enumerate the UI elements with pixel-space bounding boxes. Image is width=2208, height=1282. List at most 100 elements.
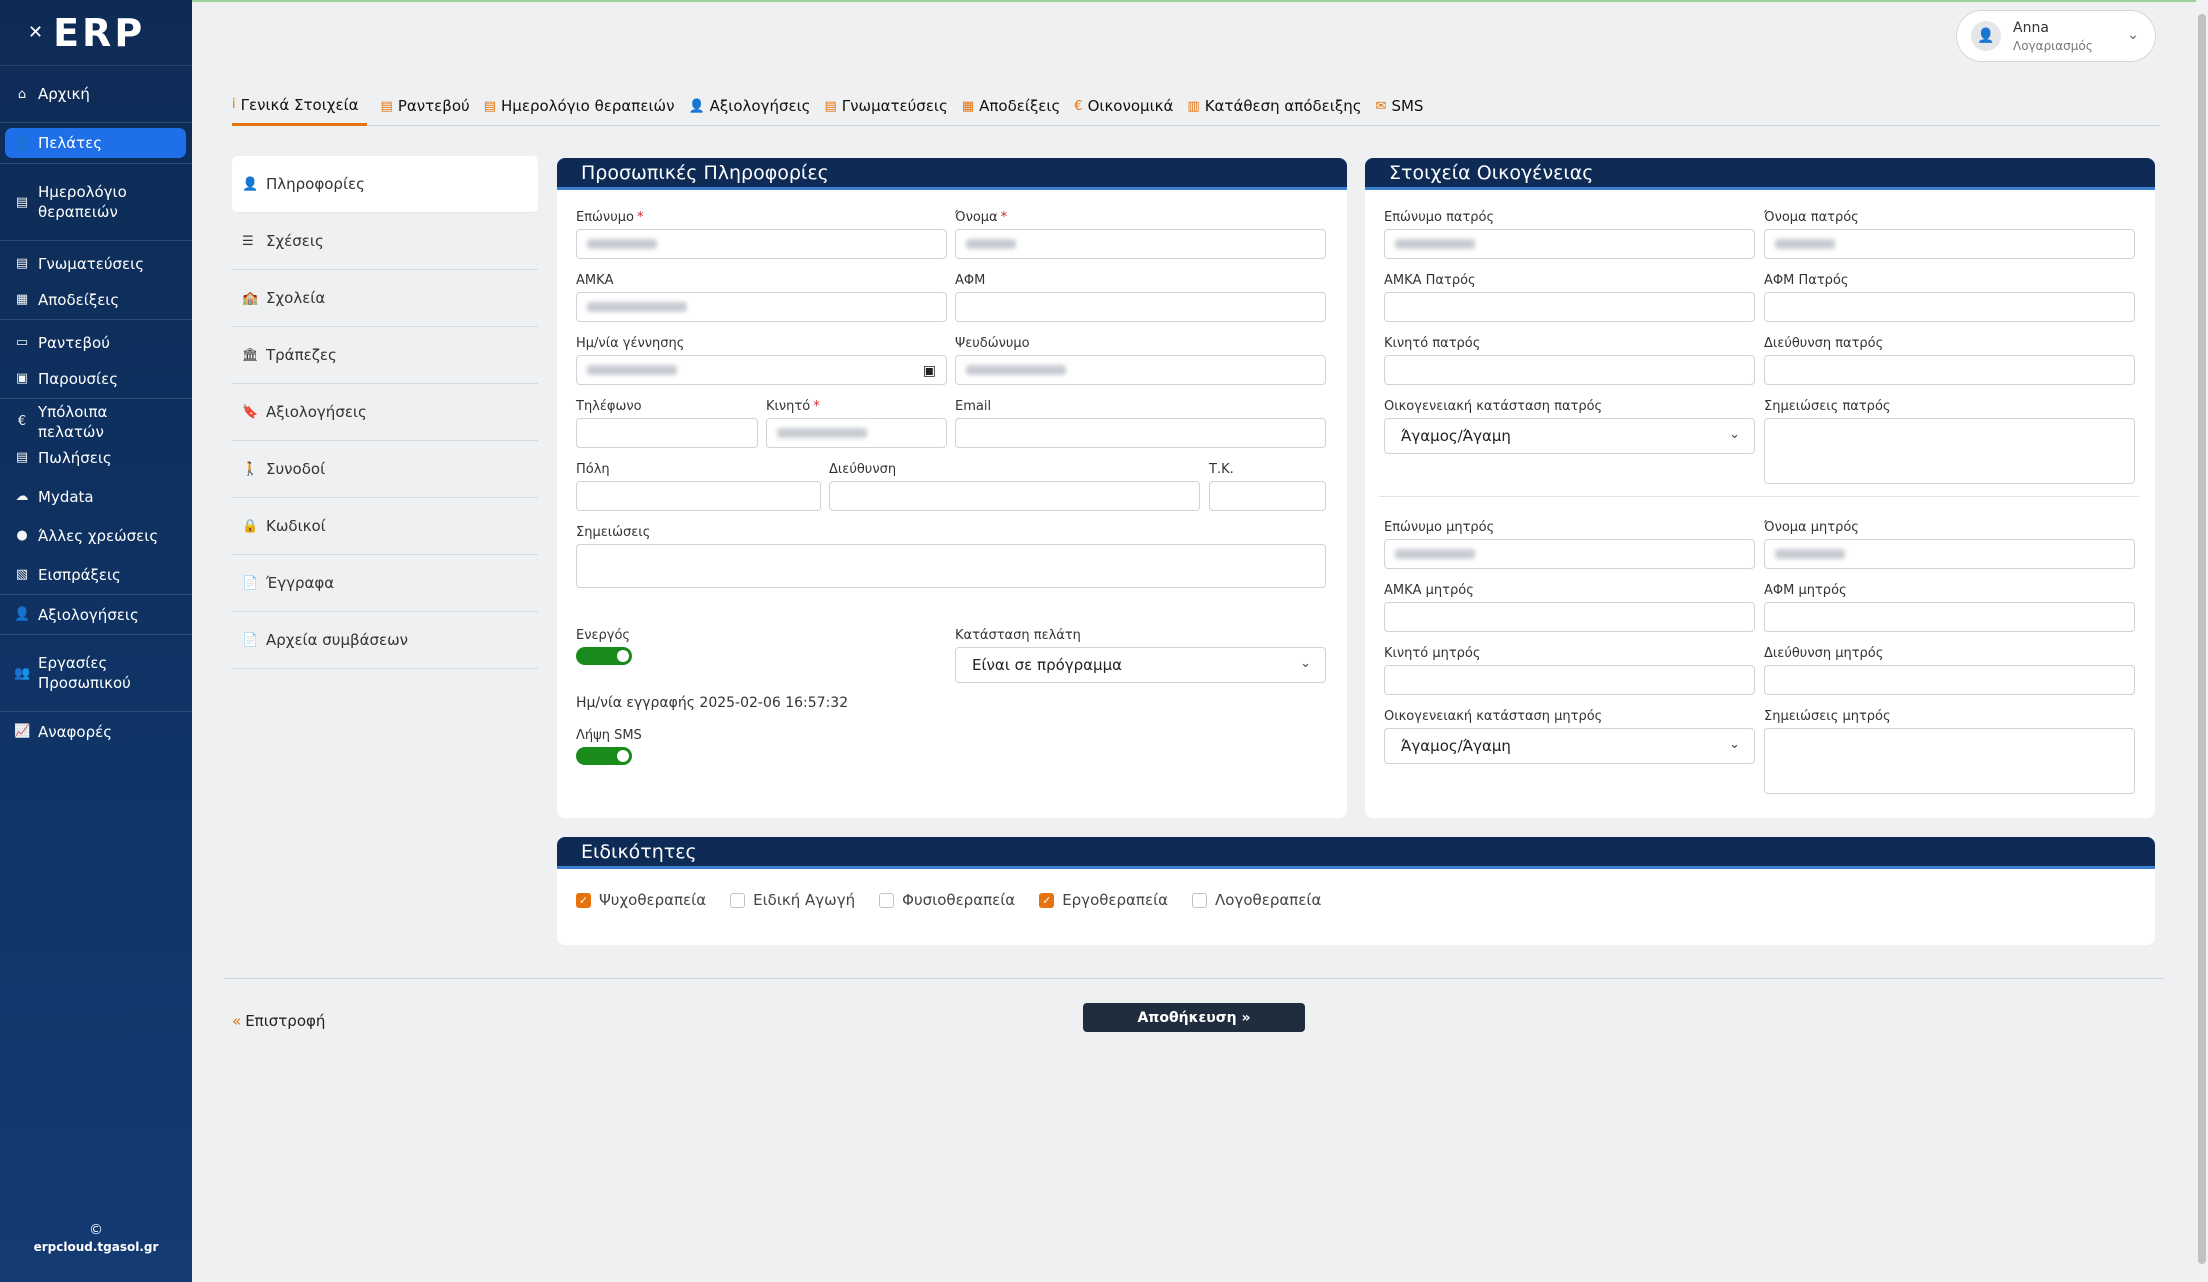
- notes-textarea[interactable]: [576, 544, 1326, 588]
- submenu-item-3[interactable]: 🏛 Τράπεζες: [232, 327, 538, 384]
- active-field: Ενεργός: [576, 628, 776, 665]
- scroll-thumb[interactable]: [2198, 14, 2206, 1264]
- submenu-item-5[interactable]: 🚶 Συνοδοί: [232, 441, 538, 498]
- tab-6[interactable]: € Οικονομικά: [1074, 86, 1173, 126]
- birthdate-input[interactable]: ▣: [576, 355, 947, 385]
- specialty-checkbox-3[interactable]: ✓ Εργοθεραπεία: [1039, 891, 1168, 909]
- calendar-icon[interactable]: ▣: [923, 363, 936, 379]
- page-scrollbar[interactable]: [2196, 0, 2208, 1282]
- client-status-select[interactable]: Είναι σε πρόγραμμα ⌄: [955, 647, 1326, 683]
- mother-mobile-input[interactable]: [1384, 665, 1755, 695]
- checkbox-empty-icon[interactable]: [1192, 892, 1208, 908]
- tab-5[interactable]: ▦ Αποδείξεις: [962, 86, 1060, 126]
- sidebar-item-9[interactable]: ☁ Mydata: [0, 477, 192, 516]
- mobile-input[interactable]: [766, 418, 947, 448]
- submenu-item-2[interactable]: 🏫 Σχολεία: [232, 270, 538, 327]
- tab-1[interactable]: ▤ Ραντεβού: [381, 86, 470, 126]
- father-marital-value: Άγαμος/Άγαμη: [1401, 427, 1511, 445]
- zip-input[interactable]: [1209, 481, 1326, 511]
- tab-7[interactable]: ▥ Κατάθεση απόδειξης: [1187, 86, 1361, 126]
- mother-notes-textarea[interactable]: [1764, 728, 2135, 794]
- sidebar-item-14[interactable]: 📈 Αναφορές: [0, 712, 192, 751]
- logo[interactable]: ✕ ERP: [0, 0, 192, 66]
- city-input[interactable]: [576, 481, 821, 511]
- mother-address-input[interactable]: [1764, 665, 2135, 695]
- specialty-checkbox-4[interactable]: Λογοθεραπεία: [1192, 891, 1321, 909]
- tab-4[interactable]: ▤ Γνωματεύσεις: [824, 86, 947, 126]
- mother-surname-input[interactable]: [1384, 539, 1755, 569]
- phone-input[interactable]: [576, 418, 758, 448]
- father-surname-input[interactable]: [1384, 229, 1755, 259]
- sidebar-item-3[interactable]: ▤ Γνωματεύσεις: [0, 241, 192, 280]
- specialty-checkbox-2[interactable]: Φυσιοθεραπεία: [879, 891, 1015, 909]
- checkbox-checked-icon[interactable]: ✓: [1039, 892, 1055, 908]
- tab-2[interactable]: ▤ Ημερολόγιο θεραπειών: [484, 86, 675, 126]
- mother-afm-input[interactable]: [1764, 602, 2135, 632]
- father-afm-input[interactable]: [1764, 292, 2135, 322]
- sidebar-item-7[interactable]: € Υπόλοιπα πελατών: [0, 399, 192, 441]
- submenu-item-1[interactable]: ☰ Σχέσεις: [232, 213, 538, 270]
- sms-toggle[interactable]: [576, 747, 632, 765]
- mother-marital-value: Άγαμος/Άγαμη: [1401, 737, 1511, 755]
- father-address-input[interactable]: [1764, 355, 2135, 385]
- checkbox-empty-icon[interactable]: [879, 892, 895, 908]
- father-notes-label: Σημειώσεις πατρός: [1764, 399, 1891, 414]
- mother-amka-input[interactable]: [1384, 602, 1755, 632]
- submenu-item-7[interactable]: 📄 Έγγραφα: [232, 555, 538, 612]
- back-link[interactable]: «Επιστροφή: [232, 1012, 325, 1030]
- submenu-label: Έγγραφα: [266, 574, 335, 592]
- footer-site[interactable]: erpcloud.tgasol.gr: [34, 1240, 159, 1254]
- tab-8[interactable]: ✉ SMS: [1376, 86, 1424, 126]
- sidebar-item-5[interactable]: ▭ Ραντεβού: [0, 320, 192, 359]
- email-input[interactable]: [955, 418, 1326, 448]
- sidebar: ✕ ERP ⌂ Αρχική 👤 Πελάτες ▤ Ημερολόγιο θεραπει…: [0, 0, 192, 1282]
- account-menu[interactable]: 👤 Anna Λογαριασμός ⌄: [1956, 10, 2156, 62]
- father-name-input[interactable]: [1764, 229, 2135, 259]
- family-divider: [1379, 496, 2139, 497]
- sidebar-item-1[interactable]: 👤 Πελάτες: [5, 128, 186, 158]
- tab-label: Γενικά Στοιχεία: [240, 95, 359, 114]
- submenu-label: Συνοδοί: [266, 460, 326, 478]
- sidebar-item-4[interactable]: ▦ Αποδείξεις: [0, 280, 192, 319]
- checkbox-empty-icon[interactable]: [730, 892, 746, 908]
- sidebar-item-label: Εισπράξεις: [38, 565, 121, 584]
- checkbox-checked-icon[interactable]: ✓: [576, 892, 591, 908]
- tab-0[interactable]: i Γενικά Στοιχεία: [232, 86, 367, 126]
- sidebar-item-12[interactable]: 👤 Αξιολογήσεις: [0, 595, 192, 634]
- afm-input[interactable]: [955, 292, 1326, 322]
- submenu-item-6[interactable]: 🔒 Κωδικοί: [232, 498, 538, 555]
- submenu-item-4[interactable]: 🔖 Αξιολογήσεις: [232, 384, 538, 441]
- submenu-item-8[interactable]: 📄 Αρχεία συμβάσεων: [232, 612, 538, 669]
- sidebar-item-8[interactable]: ▤ Πωλήσεις: [0, 438, 192, 477]
- active-toggle[interactable]: [576, 647, 632, 665]
- tab-label: Αξιολογήσεις: [709, 97, 811, 115]
- surname-input[interactable]: [576, 229, 947, 259]
- sidebar-item-6[interactable]: ▣ Παρουσίες: [0, 359, 192, 398]
- document-icon: ▤: [824, 98, 837, 114]
- tab-label: SMS: [1391, 97, 1424, 115]
- father-marital-select[interactable]: Άγαμος/Άγαμη ⌄: [1384, 418, 1755, 454]
- specialty-checkbox-1[interactable]: Ειδική Αγωγή: [730, 891, 855, 909]
- father-notes-textarea[interactable]: [1764, 418, 2135, 484]
- avatar-icon: 👤: [1971, 21, 2001, 51]
- mother-marital-select[interactable]: Άγαμος/Άγαμη ⌄: [1384, 728, 1755, 764]
- mother-mobile-field: Κινητό μητρός: [1384, 646, 1755, 695]
- nickname-input[interactable]: [955, 355, 1326, 385]
- mother-name-input[interactable]: [1764, 539, 2135, 569]
- name-input[interactable]: [955, 229, 1326, 259]
- father-amka-field: ΑΜΚΑ Πατρός: [1384, 273, 1755, 322]
- address-input[interactable]: [829, 481, 1200, 511]
- sidebar-item-0[interactable]: ⌂ Αρχική: [0, 66, 192, 122]
- father-mobile-input[interactable]: [1384, 355, 1755, 385]
- sidebar-item-2[interactable]: ▤ Ημερολόγιο θεραπειών: [0, 164, 192, 240]
- sidebar-item-11[interactable]: ▧ Εισπράξεις: [0, 555, 192, 594]
- father-amka-input[interactable]: [1384, 292, 1755, 322]
- amka-input[interactable]: [576, 292, 947, 322]
- sidebar-item-13[interactable]: 👥 Εργασίες Προσωπικού: [0, 635, 192, 711]
- save-button[interactable]: Αποθήκευση »: [1083, 1003, 1305, 1032]
- sidebar-item-label: Ραντεβού: [38, 333, 110, 352]
- tab-3[interactable]: 👤 Αξιολογήσεις: [688, 86, 810, 126]
- submenu-item-0[interactable]: 👤 Πληροφορίες: [232, 156, 538, 213]
- specialty-checkbox-0[interactable]: ✓ Ψυχοθεραπεία: [576, 891, 706, 909]
- sidebar-item-10[interactable]: ● Άλλες χρεώσεις: [0, 516, 192, 555]
